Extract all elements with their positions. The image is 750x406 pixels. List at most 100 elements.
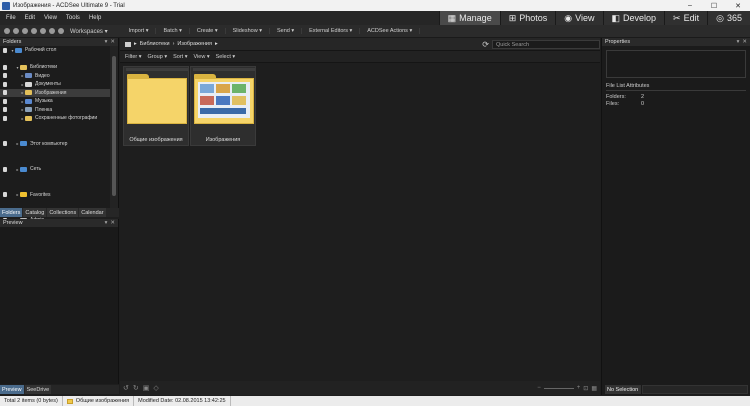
- pin-icon[interactable]: [3, 192, 7, 198]
- menu-edit[interactable]: Edit: [25, 15, 35, 21]
- pin-icon[interactable]: [3, 107, 7, 113]
- menu-help[interactable]: Help: [89, 15, 101, 21]
- tab-catalog[interactable]: Catalog: [23, 208, 47, 217]
- rotate-right-icon[interactable]: ↻: [133, 384, 139, 392]
- pin-icon[interactable]: [3, 73, 7, 79]
- folder-icon: [25, 115, 32, 121]
- rotate-left-icon[interactable]: ↺: [123, 384, 129, 392]
- panel-menu-icon[interactable]: ▾: [105, 39, 108, 45]
- mode-photos-button[interactable]: ⊞ Photos: [499, 11, 556, 25]
- mode-switcher: ▦ Manage ⊞ Photos ◉ View ◧ Develop ✂ Edit ◎ 365: [438, 11, 750, 25]
- maximize-button[interactable]: ☐: [702, 0, 726, 11]
- tab-collections[interactable]: Collections: [47, 208, 79, 217]
- tree-item[interactable]: ▾ Библиотеки: [0, 63, 110, 72]
- sync-icon[interactable]: ⟳: [482, 40, 489, 49]
- pin-icon[interactable]: [3, 81, 7, 87]
- filter-menu[interactable]: Select ▾: [216, 54, 236, 60]
- panel-menu-icon[interactable]: ▾: [737, 39, 740, 45]
- tree-item[interactable]: ▸ Сохраненные фотографии: [0, 114, 110, 123]
- mode-edit-button[interactable]: ✂ Edit: [664, 11, 708, 25]
- tree-item[interactable]: ▸ Видео: [0, 72, 110, 81]
- zoom-in-icon[interactable]: +: [577, 385, 581, 391]
- tree-item[interactable]: ▸ Музыка: [0, 97, 110, 106]
- workspaces-menu[interactable]: Workspaces ▾: [70, 28, 108, 35]
- status-current: Общие изображения: [63, 396, 135, 406]
- tree-item[interactable]: ▸ Пленка: [0, 106, 110, 115]
- zoom-slider[interactable]: [543, 387, 574, 389]
- fit-icon[interactable]: ⊡: [583, 385, 588, 392]
- preview-panel-header: Preview ▾ ✕: [0, 219, 118, 227]
- tree-item-label: Сеть: [30, 166, 42, 173]
- selection-tab[interactable]: No Selection: [605, 385, 641, 394]
- tree-item[interactable]: ▸ Favorites: [0, 191, 110, 200]
- close-button[interactable]: ✕: [726, 0, 750, 11]
- filter-menu[interactable]: View ▾: [193, 54, 209, 60]
- toolbar-item[interactable]: Slideshow ▾: [226, 28, 270, 34]
- toolbar-item[interactable]: Send ▾: [270, 28, 303, 34]
- tab-folders[interactable]: Folders: [0, 208, 23, 217]
- panel-close-icon[interactable]: ✕: [110, 39, 115, 45]
- panel-menu-icon[interactable]: ▾: [105, 220, 108, 226]
- mode-365-button[interactable]: ◎ 365: [707, 11, 750, 25]
- breadcrumb-libraries[interactable]: Библиотеки: [140, 41, 170, 47]
- toolbar-item[interactable]: ACDSee Actions ▾: [360, 28, 421, 34]
- window-controls: – ☐ ✕: [678, 0, 750, 11]
- tree-item[interactable]: ▸ Сеть: [0, 165, 110, 174]
- tab-calendar[interactable]: Calendar: [79, 208, 106, 217]
- menu-file[interactable]: File: [6, 15, 16, 21]
- quick-search-input[interactable]: Quick Search: [492, 40, 600, 49]
- breadcrumb-dropdown[interactable]: ▸: [215, 41, 218, 47]
- pin-icon[interactable]: [3, 90, 7, 96]
- mode-manage-button[interactable]: ▦ Manage: [438, 11, 500, 25]
- tab-preview[interactable]: Preview: [0, 385, 24, 394]
- tree-item[interactable]: ▸ Документы: [0, 80, 110, 89]
- file-item[interactable]: Изображения: [190, 66, 256, 146]
- toolbar-item[interactable]: External Editors ▾: [302, 28, 361, 34]
- sync-button[interactable]: [49, 28, 55, 34]
- grid-view-icon[interactable]: ▦: [591, 385, 597, 392]
- up-button[interactable]: [22, 28, 28, 34]
- refresh-button[interactable]: [40, 28, 46, 34]
- favorites-button[interactable]: [58, 28, 64, 34]
- pin-icon[interactable]: [3, 166, 7, 172]
- mode-view-button[interactable]: ◉ View: [555, 11, 603, 25]
- filter-menu[interactable]: Sort ▾: [173, 54, 187, 60]
- pin-icon[interactable]: [3, 98, 7, 104]
- filter-menu[interactable]: Group ▾: [148, 54, 168, 60]
- breadcrumb-images[interactable]: Изображения: [177, 41, 212, 47]
- pin-icon[interactable]: [3, 47, 7, 53]
- status-current-name: Общие изображения: [75, 398, 130, 404]
- mode-label: View: [575, 13, 595, 23]
- tab-seedrive[interactable]: SeeDrive: [24, 385, 52, 394]
- scroll-thumb[interactable]: [112, 56, 116, 196]
- compare-icon[interactable]: ▣: [143, 384, 150, 392]
- tree-item-label: Музыка: [35, 98, 53, 105]
- folder-icon: [25, 98, 32, 104]
- folder-icon: [20, 166, 27, 172]
- pin-icon[interactable]: [3, 64, 7, 70]
- zoom-out-icon[interactable]: −: [537, 385, 541, 391]
- panel-close-icon[interactable]: ✕: [742, 39, 747, 45]
- menu-tools[interactable]: Tools: [66, 15, 80, 21]
- folder-tree-scrollbar[interactable]: [110, 46, 118, 208]
- toolbar-item[interactable]: Create ▾: [190, 28, 226, 34]
- mode-develop-button[interactable]: ◧ Develop: [602, 11, 665, 25]
- home-button[interactable]: [31, 28, 37, 34]
- tree-item[interactable]: ▸ Этот компьютер: [0, 140, 110, 149]
- menu-view[interactable]: View: [44, 15, 57, 21]
- forward-button[interactable]: [13, 28, 19, 34]
- pin-icon[interactable]: [3, 141, 7, 147]
- pin-icon[interactable]: [3, 115, 7, 121]
- tree-item[interactable]: ▸ Изображения: [0, 88, 110, 97]
- toolbar-item[interactable]: Import ▾: [122, 28, 157, 34]
- file-caption: Общие изображения: [129, 137, 183, 143]
- toolbar-item[interactable]: Batch ▾: [156, 28, 190, 34]
- tree-item-label: Пленка: [35, 106, 53, 113]
- minimize-button[interactable]: –: [678, 0, 702, 11]
- panel-close-icon[interactable]: ✕: [110, 220, 115, 226]
- file-item[interactable]: Общие изображения: [123, 66, 189, 146]
- tree-item[interactable]: ▾ Рабочий стол: [0, 46, 110, 55]
- filter-menu[interactable]: Filter ▾: [125, 54, 142, 60]
- back-button[interactable]: [4, 28, 10, 34]
- tag-icon[interactable]: ◇: [153, 384, 158, 392]
